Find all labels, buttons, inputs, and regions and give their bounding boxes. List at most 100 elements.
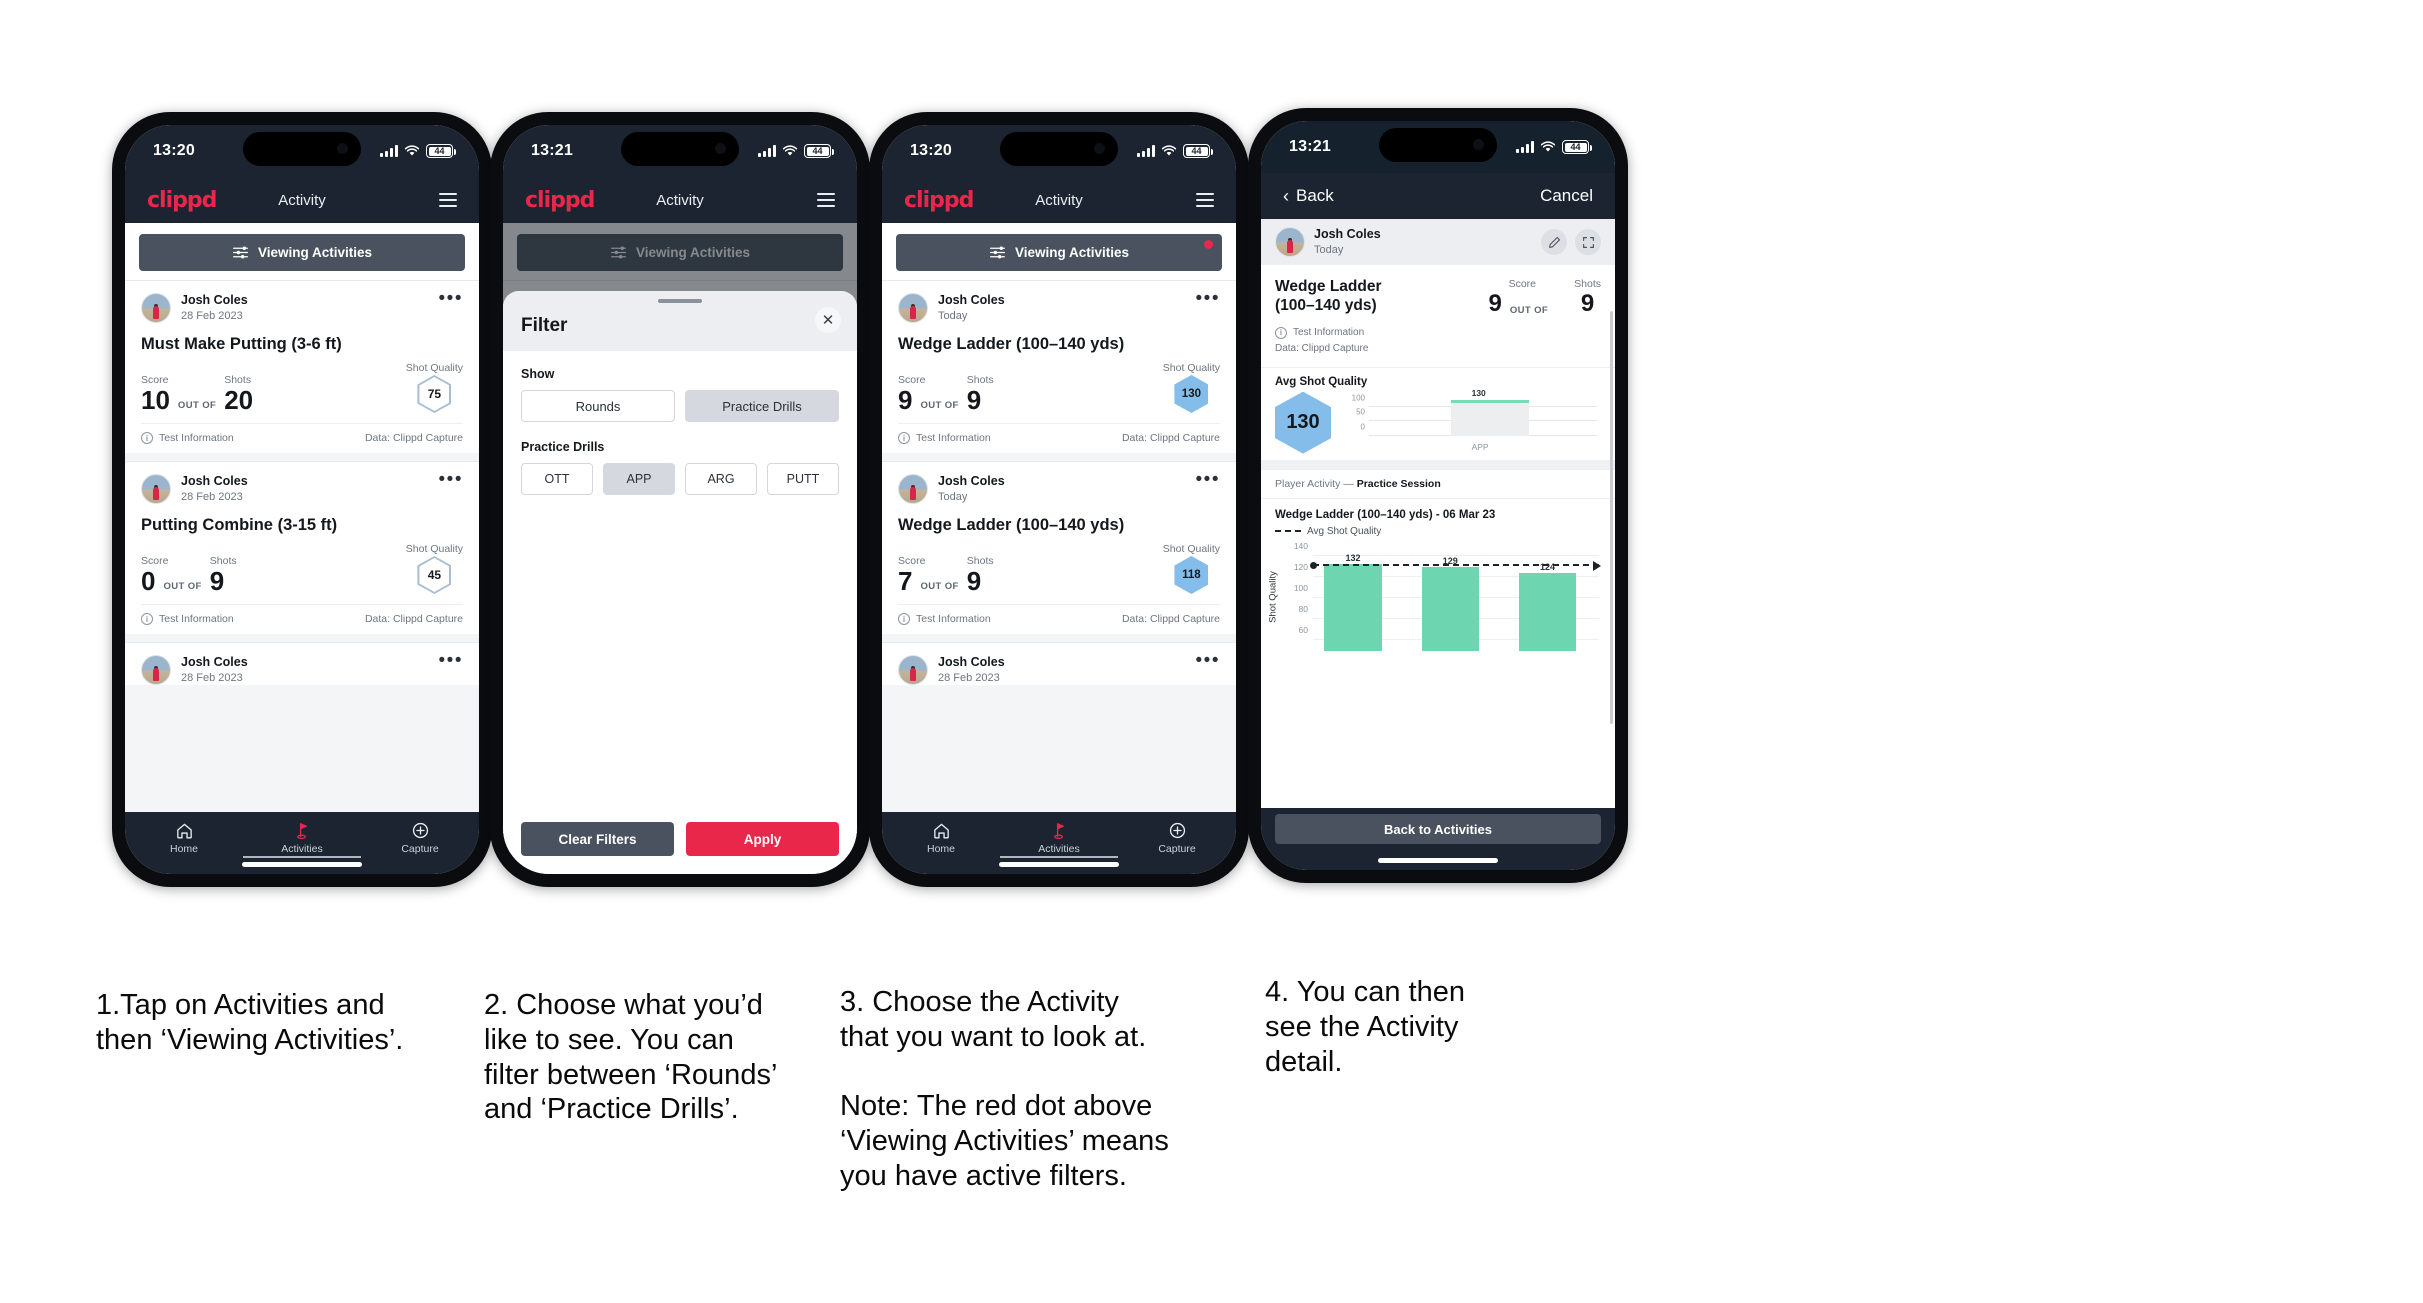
out-of-label: OUT OF [920, 581, 959, 592]
tab-capture-label: Capture [1158, 843, 1196, 855]
info-icon: i [898, 432, 910, 444]
status-bar: 13:20 44 [882, 125, 1236, 177]
activity-title: Wedge Ladder (100–140 yds) [898, 516, 1125, 534]
drill-option-arg[interactable]: ARG [685, 463, 757, 495]
data-source-label: Data: Clippd Capture [364, 432, 463, 444]
avg-shot-quality-label: Avg Shot Quality [1275, 375, 1368, 388]
home-icon [933, 823, 949, 839]
drill-option-ott[interactable]: OTT [521, 463, 593, 495]
bottom-tab-bar: Home Activities Capture [882, 812, 1236, 874]
dynamic-island [621, 132, 739, 166]
chart-bar [1324, 564, 1382, 651]
detail-nav-bar: ‹ Back Cancel [1261, 173, 1615, 219]
drill-option-putt[interactable]: PUTT [767, 463, 839, 495]
show-options: Rounds Practice Drills [521, 390, 839, 422]
cellular-signal-icon [1137, 145, 1155, 157]
app-header: clippd Activity [882, 177, 1236, 223]
mini-chart-ytick: 100 [1351, 393, 1365, 403]
more-options-icon[interactable]: ••• [439, 651, 463, 671]
cellular-signal-icon [758, 145, 776, 157]
filter-modal-footer: Clear Filters Apply [503, 822, 857, 874]
chart-ytick: 100 [1293, 583, 1308, 593]
caption-step-4: 4. You can then see the Activity detail. [1265, 976, 1465, 1078]
battery-icon: 44 [804, 144, 834, 158]
home-indicator [620, 860, 740, 865]
filter-modal-header: Filter ✕ [503, 291, 857, 351]
tab-home[interactable]: Home [882, 821, 1000, 855]
drill-option-app[interactable]: APP [603, 463, 675, 495]
battery-icon: 44 [426, 144, 456, 158]
chart-ytick: 60 [1298, 625, 1308, 636]
activity-date: Today [938, 490, 968, 503]
pencil-icon[interactable] [1541, 229, 1567, 255]
hamburger-icon[interactable] [1196, 193, 1214, 207]
chart-ytick: 80 [1298, 604, 1308, 614]
show-option-rounds[interactable]: Rounds [521, 390, 675, 422]
shots-value: 9 [1580, 290, 1595, 317]
viewing-activities-button[interactable]: Viewing Activities [139, 234, 465, 271]
clippd-logo: clippd [904, 187, 974, 213]
more-options-icon[interactable]: ••• [1196, 651, 1220, 671]
tab-capture[interactable]: Capture [361, 821, 479, 855]
mini-chart-value: 130 [1471, 387, 1486, 398]
chart-ytick: 120 [1293, 561, 1308, 572]
shot-quality-value: 130 [1176, 377, 1207, 411]
more-options-icon[interactable]: ••• [1196, 289, 1220, 309]
hamburger-icon[interactable] [817, 193, 835, 207]
score-value: 9 [1488, 290, 1502, 317]
info-icon: i [141, 613, 153, 625]
detail-title: Wedge Ladder (100–140 yds) [1275, 278, 1382, 314]
out-of-label: OUT OF [1509, 304, 1549, 316]
scrollbar[interactable] [1610, 311, 1613, 724]
drag-handle[interactable] [658, 299, 702, 303]
back-button[interactable]: ‹ Back [1283, 186, 1334, 206]
info-icon: i [141, 432, 153, 444]
clear-filters-button[interactable]: Clear Filters [521, 822, 674, 856]
out-of-label: OUT OF [920, 400, 959, 411]
phone-3-filtered-list: 13:20 44 clippd Activity Viewing Activit… [869, 112, 1249, 887]
show-option-practice-drills[interactable]: Practice Drills [685, 390, 839, 422]
wifi-icon [1161, 145, 1177, 156]
shots-value: 20 [224, 385, 254, 415]
status-time: 13:20 [910, 142, 952, 159]
score-label: Score [1508, 278, 1537, 290]
filter-modal-body: Show Rounds Practice Drills Practice Dri… [503, 351, 857, 822]
activity-card[interactable]: Josh Coles 28 Feb 2023 ••• [125, 642, 479, 685]
caption-step-1: 1.Tap on Activities and then ‘Viewing Ac… [96, 989, 404, 1056]
back-label: Back [1296, 186, 1334, 205]
hamburger-icon[interactable] [439, 193, 457, 207]
tab-home-label: Home [169, 843, 198, 855]
activity-card[interactable]: Josh Coles 28 Feb 2023 ••• Putting Combi… [125, 461, 479, 634]
tab-home[interactable]: Home [125, 821, 243, 855]
data-source-label: Data: Clippd Capture [1275, 342, 1369, 354]
tab-capture[interactable]: Capture [1118, 821, 1236, 855]
more-options-icon[interactable]: ••• [439, 289, 463, 309]
shots-label: Shots [1574, 278, 1601, 290]
out-of-label: OUT OF [177, 400, 217, 411]
activity-card[interactable]: Josh Coles 28 Feb 2023 ••• Must Make Put… [125, 280, 479, 453]
avatar [898, 655, 928, 685]
cancel-button[interactable]: Cancel [1540, 186, 1593, 206]
chart-y-axis-title: Shot Quality [1267, 570, 1279, 623]
home-indicator [999, 862, 1119, 867]
more-options-icon[interactable]: ••• [439, 470, 463, 490]
activity-card[interactable]: Josh Coles Today ••• Wedge Ladder (100–1… [882, 461, 1236, 634]
apply-button[interactable]: Apply [686, 822, 839, 856]
expand-icon[interactable] [1575, 229, 1601, 255]
more-options-icon[interactable]: ••• [1196, 470, 1220, 490]
test-information-label: Test Information [159, 613, 234, 625]
active-filter-dot [1204, 240, 1213, 249]
phone-4-activity-detail: 13:21 44 ‹ Back Cancel Josh Coles Today … [1248, 108, 1628, 883]
close-icon[interactable]: ✕ [815, 307, 841, 333]
tab-activities[interactable]: Activities [1000, 821, 1118, 855]
viewing-activities-button[interactable]: Viewing Activities [896, 234, 1222, 271]
status-bar: 13:21 44 [503, 125, 857, 177]
score-value: 9 [898, 385, 913, 415]
activity-card[interactable]: Josh Coles 28 Feb 2023 ••• [882, 642, 1236, 685]
avatar [898, 474, 928, 504]
data-source-label: Data: Clippd Capture [364, 613, 463, 625]
wifi-icon [782, 145, 798, 156]
activity-card[interactable]: Josh Coles Today ••• Wedge Ladder (100–1… [882, 280, 1236, 453]
tab-activities[interactable]: Activities [243, 821, 361, 855]
back-to-activities-button[interactable]: Back to Activities [1275, 814, 1601, 844]
